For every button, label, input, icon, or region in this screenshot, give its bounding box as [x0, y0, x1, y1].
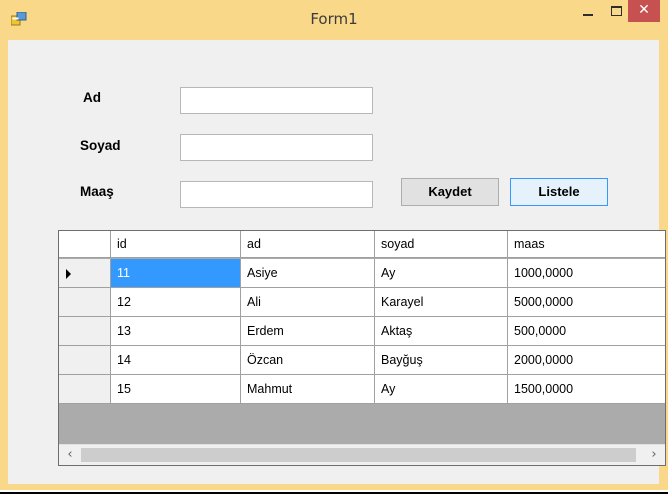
scroll-thumb[interactable] [81, 448, 636, 462]
close-icon: ✕ [638, 2, 650, 18]
cell-soyad[interactable]: Aktaş [375, 317, 508, 346]
window-title: Form1 [310, 10, 358, 28]
cell-id[interactable]: 15 [111, 375, 241, 404]
maas-input[interactable] [180, 181, 373, 208]
row-header[interactable] [59, 317, 111, 346]
title-bar[interactable]: Form1 ✕ [0, 0, 668, 40]
cell-id[interactable]: 11 [111, 259, 241, 288]
horizontal-scrollbar[interactable]: ‹ › [59, 444, 665, 465]
row-header[interactable] [59, 346, 111, 375]
cell-maas[interactable]: 2000,0000 [508, 346, 665, 375]
kaydet-button[interactable]: Kaydet [401, 178, 499, 206]
cell-soyad[interactable]: Bayğuş [375, 346, 508, 375]
cell-ad[interactable]: Özcan [241, 346, 375, 375]
column-header-maas[interactable]: maas [508, 231, 665, 258]
data-grid[interactable]: id ad soyad maas 11 Asiye Ay 1000,0000 1… [58, 230, 666, 466]
row-header[interactable] [59, 288, 111, 317]
maas-label: Maaş [80, 184, 114, 199]
listele-button[interactable]: Listele [510, 178, 608, 206]
close-button[interactable]: ✕ [628, 0, 660, 22]
scroll-left-icon[interactable]: ‹ [61, 445, 79, 465]
cell-id[interactable]: 14 [111, 346, 241, 375]
soyad-label: Soyad [80, 138, 121, 153]
column-header-soyad[interactable]: soyad [375, 231, 508, 258]
cell-soyad[interactable]: Ay [375, 375, 508, 404]
maximize-button[interactable] [604, 0, 630, 22]
cell-id[interactable]: 13 [111, 317, 241, 346]
cell-ad[interactable]: Ali [241, 288, 375, 317]
scroll-right-icon[interactable]: › [645, 445, 663, 465]
ad-input[interactable] [180, 87, 373, 114]
column-header-ad[interactable]: ad [241, 231, 375, 258]
cell-soyad[interactable]: Ay [375, 259, 508, 288]
cell-maas[interactable]: 1500,0000 [508, 375, 665, 404]
current-row-arrow-icon [66, 269, 71, 279]
bottom-border [0, 492, 668, 494]
cell-ad[interactable]: Mahmut [241, 375, 375, 404]
cell-maas[interactable]: 1000,0000 [508, 259, 665, 288]
cell-id[interactable]: 12 [111, 288, 241, 317]
ad-label: Ad [83, 90, 101, 105]
row-header[interactable] [59, 375, 111, 404]
soyad-input[interactable] [180, 134, 373, 161]
row-header[interactable] [59, 259, 111, 288]
cell-ad[interactable]: Asiye [241, 259, 375, 288]
cell-maas[interactable]: 5000,0000 [508, 288, 665, 317]
cell-soyad[interactable]: Karayel [375, 288, 508, 317]
cell-ad[interactable]: Erdem [241, 317, 375, 346]
grid-corner-cell[interactable] [59, 231, 111, 258]
cell-maas[interactable]: 500,0000 [508, 317, 665, 346]
column-header-id[interactable]: id [111, 231, 241, 258]
minimize-button[interactable] [576, 0, 602, 22]
